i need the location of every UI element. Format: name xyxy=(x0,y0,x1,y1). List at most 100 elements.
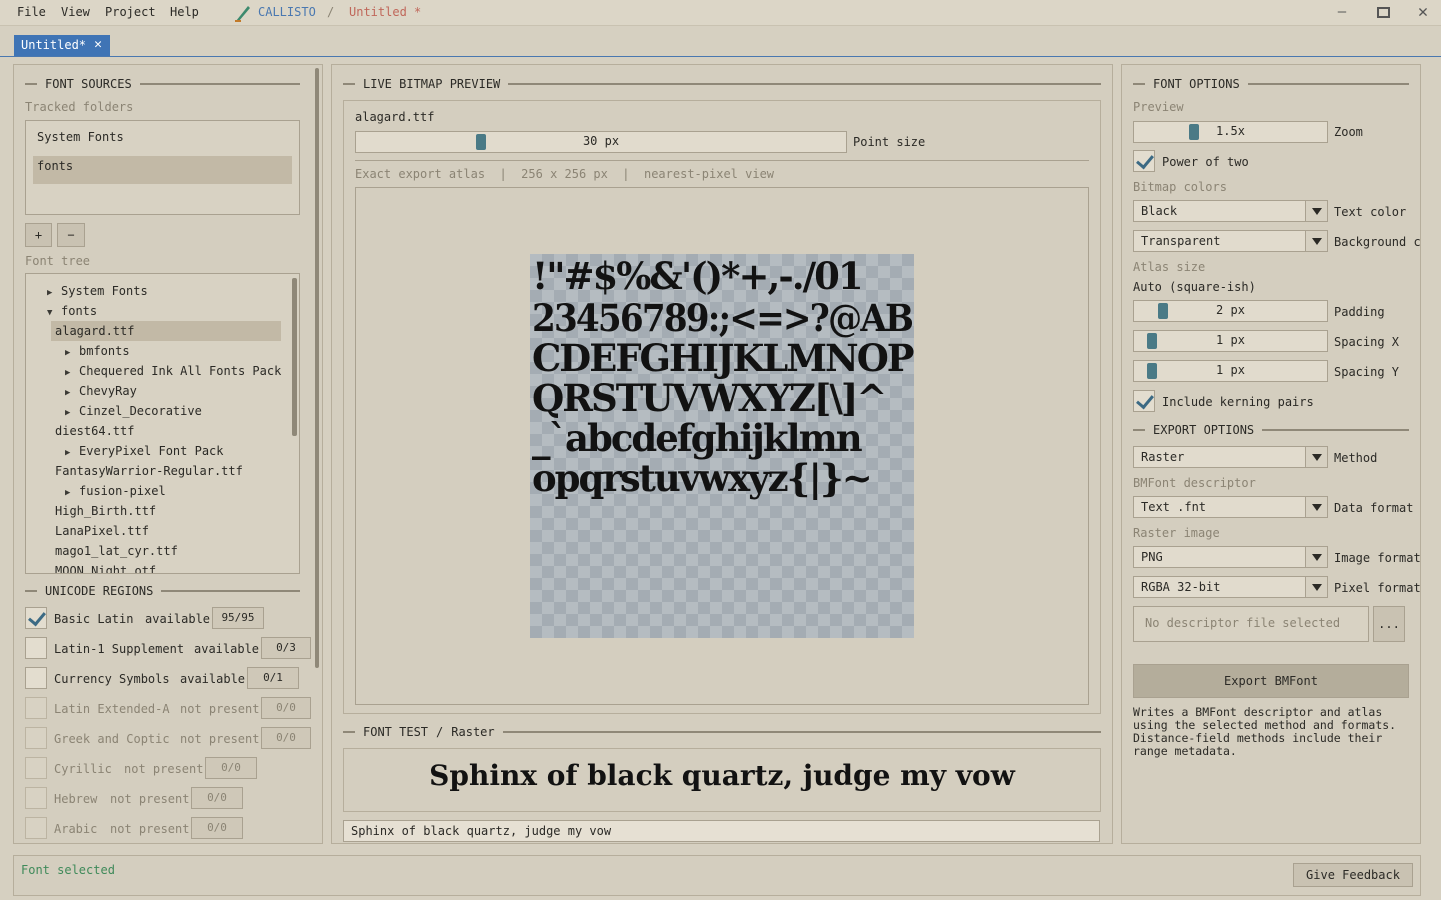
maximize-icon[interactable] xyxy=(1368,2,1398,22)
expand-arrow-icon[interactable]: ▶ xyxy=(65,443,79,463)
tree-item-system-fonts[interactable]: ▶ System Fonts xyxy=(26,281,284,301)
power-of-two-checkbox[interactable] xyxy=(1133,150,1155,172)
left-panel-scrollbar[interactable] xyxy=(315,68,319,668)
image-format-select[interactable]: PNG xyxy=(1133,546,1328,568)
data-format-select[interactable]: Text .fnt xyxy=(1133,496,1328,518)
region-checkbox-greek[interactable] xyxy=(25,727,47,749)
tree-item-high-birth[interactable]: High_Birth.ttf xyxy=(26,501,284,521)
font-tree-scrollbar[interactable] xyxy=(292,278,297,436)
tree-item-alagard[interactable]: alagard.ttf xyxy=(51,321,281,341)
tree-item-fonts[interactable]: ▼ fonts xyxy=(26,301,284,321)
tree-item-fantasywarrior[interactable]: FantasyWarrior-Regular.ttf xyxy=(26,461,284,481)
remove-folder-button[interactable]: − xyxy=(57,223,85,247)
collapse-arrow-icon[interactable]: ▼ xyxy=(47,303,61,323)
pixel-format-label: Pixel format xyxy=(1334,581,1421,595)
padding-label: Padding xyxy=(1334,305,1385,319)
tree-item-bmfonts[interactable]: ▶ bmfonts xyxy=(26,341,284,361)
region-checkbox-latin-ext-a[interactable] xyxy=(25,697,47,719)
tab-untitled[interactable]: Untitled* ✕ xyxy=(14,35,110,56)
background-color-select[interactable]: Transparent xyxy=(1133,230,1328,252)
expand-arrow-icon[interactable]: ▶ xyxy=(47,283,61,303)
font-sources-header: FONT SOURCES xyxy=(25,77,300,91)
expand-arrow-icon[interactable]: ▶ xyxy=(65,483,79,503)
point-size-label: Point size xyxy=(853,135,926,149)
tree-item-chevyray[interactable]: ▶ ChevyRay xyxy=(26,381,284,401)
expand-arrow-icon[interactable]: ▶ xyxy=(65,383,79,403)
data-format-label: Data format xyxy=(1334,501,1414,515)
tree-item-moon-night[interactable]: MOON Night.otf xyxy=(26,561,284,573)
zoom-slider[interactable]: 1.5x xyxy=(1133,121,1328,143)
region-count: 0/0 xyxy=(191,817,243,839)
tab-close-icon[interactable]: ✕ xyxy=(94,37,102,52)
give-feedback-button[interactable]: Give Feedback xyxy=(1293,863,1413,887)
spacing-y-value: 1 px xyxy=(1216,363,1245,377)
region-count: 95/95 xyxy=(212,607,264,629)
folder-item-selected[interactable]: fonts xyxy=(33,156,292,184)
chevron-down-icon[interactable] xyxy=(1305,547,1327,567)
kerning-checkbox[interactable] xyxy=(1133,390,1155,412)
region-status: not present xyxy=(180,702,260,716)
method-select[interactable]: Raster xyxy=(1133,446,1328,468)
point-size-slider[interactable]: 30 px xyxy=(355,131,847,153)
image-format-label: Image format xyxy=(1334,551,1421,565)
app-logo-icon xyxy=(235,6,250,22)
spacing-x-slider[interactable]: 1 px xyxy=(1133,330,1328,352)
chevron-down-icon[interactable] xyxy=(1305,201,1327,221)
chevron-down-icon[interactable] xyxy=(1305,497,1327,517)
chevron-down-icon[interactable] xyxy=(1305,447,1327,467)
tree-item-lanapixel[interactable]: LanaPixel.ttf xyxy=(26,521,284,541)
status-text: Font selected xyxy=(21,863,115,877)
spacing-y-slider[interactable]: 1 px xyxy=(1133,360,1328,382)
region-checkbox-arabic[interactable] xyxy=(25,817,47,839)
method-label: Method xyxy=(1334,451,1378,465)
preview-divider xyxy=(355,160,1089,161)
text-color-label: Text color xyxy=(1334,205,1407,219)
raster-image-label: Raster image xyxy=(1133,526,1220,540)
region-name: Cyrillic xyxy=(54,762,112,776)
menu-help[interactable]: Help xyxy=(170,5,199,19)
expand-arrow-icon[interactable]: ▶ xyxy=(65,363,79,383)
chevron-down-icon[interactable] xyxy=(1305,231,1327,251)
region-checkbox-latin1[interactable] xyxy=(25,637,47,659)
region-checkbox-basic-latin[interactable] xyxy=(25,607,47,629)
tree-item-everypixel[interactable]: ▶ EveryPixel Font Pack xyxy=(26,441,284,461)
tree-item-mago1[interactable]: mago1_lat_cyr.ttf xyxy=(26,541,284,561)
region-checkbox-hebrew[interactable] xyxy=(25,787,47,809)
zoom-label: Zoom xyxy=(1334,125,1363,139)
pixel-format-select[interactable]: RGBA 32-bit xyxy=(1133,576,1328,598)
region-count: 0/0 xyxy=(191,787,243,809)
font-test-preview: Sphinx of black quartz, judge my vow xyxy=(343,748,1101,812)
close-window-icon[interactable]: ✕ xyxy=(1408,2,1438,22)
region-name: Latin-1 Supplement xyxy=(54,642,185,656)
status-bar xyxy=(13,855,1421,896)
padding-value: 2 px xyxy=(1216,303,1245,317)
menu-file[interactable]: File xyxy=(17,5,46,19)
menu-project[interactable]: Project xyxy=(105,5,156,19)
tree-item-chequered-ink[interactable]: ▶ Chequered Ink All Fonts Pack xyxy=(26,361,284,381)
font-test-header: FONT TEST / Raster xyxy=(343,725,1101,739)
export-bmfont-button[interactable]: Export BMFont xyxy=(1133,664,1409,698)
folder-item[interactable]: System Fonts xyxy=(37,130,124,144)
bmfont-descriptor-label: BMFont descriptor xyxy=(1133,476,1256,490)
padding-slider[interactable]: 2 px xyxy=(1133,300,1328,322)
tree-item-cinzel[interactable]: ▶ Cinzel_Decorative xyxy=(26,401,284,421)
region-name: Basic Latin xyxy=(54,612,134,626)
expand-arrow-icon[interactable]: ▶ xyxy=(65,403,79,423)
chevron-down-icon[interactable] xyxy=(1305,577,1327,597)
menu-view[interactable]: View xyxy=(61,5,90,19)
region-count: 0/1 xyxy=(247,667,299,689)
expand-arrow-icon[interactable]: ▶ xyxy=(65,343,79,363)
region-status: available xyxy=(194,642,260,656)
descriptor-file-field[interactable]: No descriptor file selected xyxy=(1133,606,1369,642)
browse-button[interactable]: ... xyxy=(1373,606,1405,642)
tree-item-diest64[interactable]: diest64.ttf xyxy=(26,421,284,441)
add-folder-button[interactable]: + xyxy=(25,223,52,247)
text-color-select[interactable]: Black xyxy=(1133,200,1328,222)
minimize-icon[interactable]: — xyxy=(1327,4,1357,24)
font-test-sample: Sphinx of black quartz, judge my vow xyxy=(429,759,1015,792)
region-checkbox-currency[interactable] xyxy=(25,667,47,689)
power-of-two-label: Power of two xyxy=(1162,155,1249,169)
tree-item-fusion-pixel[interactable]: ▶ fusion-pixel xyxy=(26,481,284,501)
region-checkbox-cyrillic[interactable] xyxy=(25,757,47,779)
font-test-input[interactable]: Sphinx of black quartz, judge my vow xyxy=(343,820,1100,842)
